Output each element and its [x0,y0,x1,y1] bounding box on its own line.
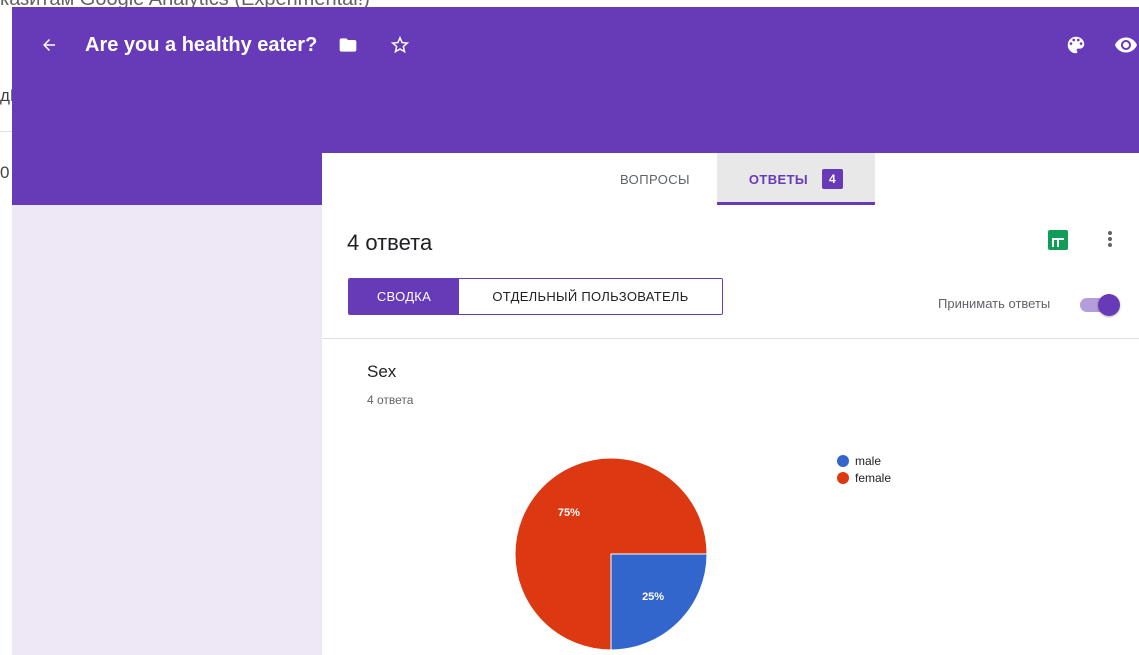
pie-chart: 25% 75% [514,457,708,651]
pie-label-male: 25% [642,591,664,603]
pie-label-female: 75% [558,507,580,519]
responses-summary-card: 4 ответа СВОДКА ОТДЕЛЬНЫЙ ПОЛЬЗОВАТЕЛЬ П… [322,205,1139,339]
responses-count-title: 4 ответа [347,230,433,255]
more-vert-icon[interactable] [1103,227,1117,251]
form-tabs: ВОПРОСЫ ОТВЕТЫ 4 [322,153,1139,205]
view-toggle: СВОДКА ОТДЕЛЬНЫЙ ПОЛЬЗОВАТЕЛЬ [348,278,723,315]
summary-view-button[interactable]: СВОДКА [349,279,459,314]
tab-questions-label: ВОПРОСЫ [620,171,690,187]
legend-swatch [837,454,849,467]
forms-app: Are you a healthy eater? ВОПРОСЫ ОТВЕТЫ … [12,7,1139,655]
question-card: Sex 4 ответа 25% 75% male female [322,339,1139,655]
responses-count-badge: 4 [822,169,844,189]
tab-responses-label: ОТВЕТЫ [748,171,809,187]
star-icon[interactable] [387,32,413,58]
form-title[interactable]: Are you a healthy eater? [85,32,317,58]
tab-responses[interactable]: ОТВЕТЫ 4 [717,153,875,205]
sheets-icon[interactable] [1048,230,1068,250]
back-arrow-icon[interactable] [36,32,62,58]
chart-legend: male female [837,452,891,486]
accept-responses-label: Принимать ответы [938,296,1051,311]
legend-swatch [837,471,849,484]
legend-label: male [855,453,882,468]
legend-item-female[interactable]: female [837,469,891,486]
folder-icon[interactable] [335,32,361,58]
palette-icon[interactable] [1063,32,1089,58]
legend-item-male[interactable]: male [837,452,891,469]
toggle-thumb [1098,294,1120,316]
eye-icon[interactable] [1112,32,1139,58]
legend-label: female [855,470,892,485]
individual-view-button[interactable]: ОТДЕЛЬНЫЙ ПОЛЬЗОВАТЕЛЬ [459,279,722,314]
background-fragment: 0 [0,163,10,182]
accept-responses-toggle[interactable] [1080,292,1120,316]
tab-questions[interactable]: ВОПРОСЫ [608,153,702,205]
background-divider [0,131,12,132]
top-bar: Are you a healthy eater? [12,7,1139,83]
